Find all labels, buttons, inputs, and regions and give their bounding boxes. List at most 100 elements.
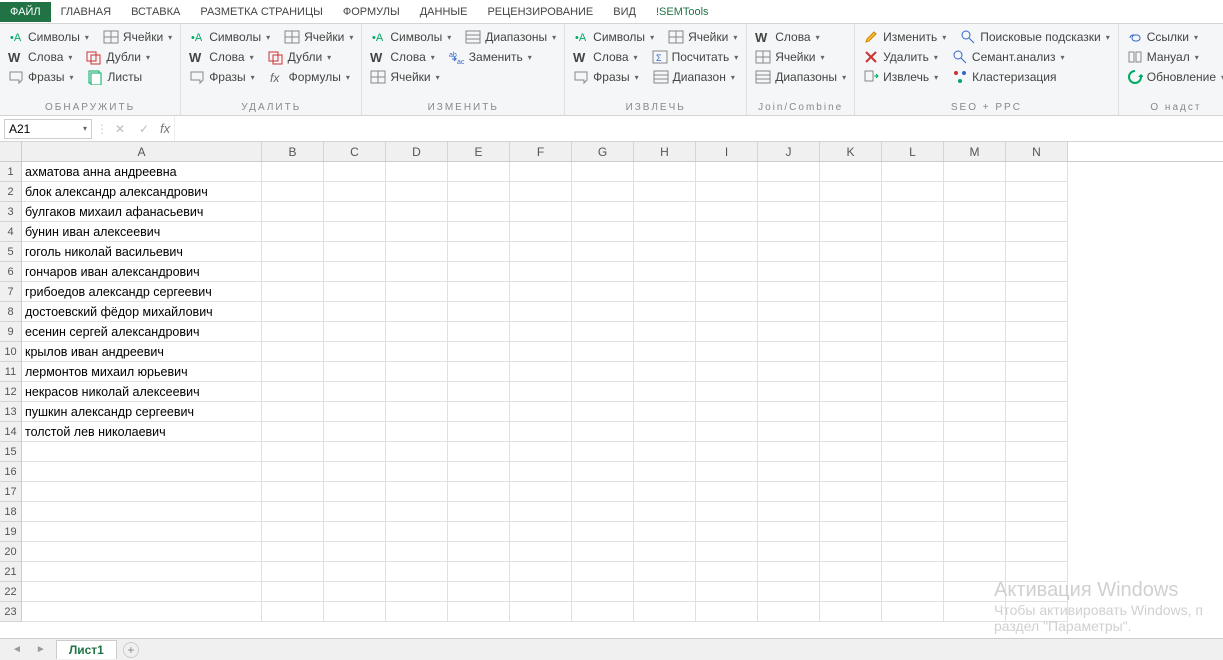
cell[interactable] — [572, 402, 634, 422]
cell[interactable] — [386, 482, 448, 502]
cell[interactable] — [572, 162, 634, 182]
cell[interactable] — [634, 522, 696, 542]
cell[interactable] — [386, 602, 448, 622]
cell[interactable] — [324, 162, 386, 182]
cell[interactable]: некрасов николай алексеевич — [22, 382, 262, 402]
cell[interactable] — [510, 162, 572, 182]
cell[interactable] — [386, 382, 448, 402]
cell[interactable] — [696, 582, 758, 602]
cell[interactable] — [882, 562, 944, 582]
cell[interactable] — [448, 242, 510, 262]
delete-words-button[interactable]: WСлова▾ — [187, 48, 255, 66]
cell[interactable] — [448, 482, 510, 502]
cell[interactable] — [944, 502, 1006, 522]
cell[interactable] — [1006, 382, 1068, 402]
cell[interactable] — [324, 362, 386, 382]
cell[interactable] — [634, 582, 696, 602]
tab-insert[interactable]: ВСТАВКА — [121, 2, 190, 22]
cell[interactable]: есенин сергей александрович — [22, 322, 262, 342]
cell[interactable] — [572, 482, 634, 502]
cell[interactable] — [572, 342, 634, 362]
cell[interactable] — [696, 222, 758, 242]
cell[interactable] — [820, 322, 882, 342]
cell[interactable] — [262, 562, 324, 582]
row-header[interactable]: 14 — [0, 422, 22, 442]
cell[interactable] — [22, 522, 262, 542]
cell[interactable] — [572, 182, 634, 202]
cell[interactable] — [696, 502, 758, 522]
cell[interactable] — [634, 242, 696, 262]
cell[interactable] — [820, 342, 882, 362]
cell[interactable] — [572, 362, 634, 382]
cell[interactable] — [510, 382, 572, 402]
cell[interactable] — [634, 202, 696, 222]
seo-semantic-button[interactable]: Семант.анализ▾ — [950, 48, 1067, 66]
cell[interactable] — [448, 182, 510, 202]
column-header-B[interactable]: B — [262, 142, 324, 161]
cell[interactable] — [386, 162, 448, 182]
cell[interactable] — [696, 422, 758, 442]
cell[interactable] — [820, 262, 882, 282]
cell[interactable] — [386, 582, 448, 602]
about-update-button[interactable]: Обновление▾ — [1125, 68, 1223, 86]
cell[interactable] — [262, 162, 324, 182]
cell[interactable] — [944, 602, 1006, 622]
cell[interactable] — [448, 342, 510, 362]
cell[interactable] — [22, 442, 262, 462]
cell[interactable] — [696, 402, 758, 422]
cell[interactable] — [758, 602, 820, 622]
row-header[interactable]: 2 — [0, 182, 22, 202]
cell[interactable] — [448, 262, 510, 282]
cell[interactable]: бунин иван алексеевич — [22, 222, 262, 242]
cell[interactable] — [1006, 542, 1068, 562]
cell[interactable] — [448, 402, 510, 422]
cell[interactable] — [820, 502, 882, 522]
cell[interactable] — [820, 182, 882, 202]
cell[interactable] — [22, 502, 262, 522]
cell[interactable] — [22, 582, 262, 602]
cell[interactable] — [758, 562, 820, 582]
cell[interactable] — [944, 522, 1006, 542]
tab-layout[interactable]: РАЗМЕТКА СТРАНИЦЫ — [190, 2, 332, 22]
cell[interactable]: толстой лев николаевич — [22, 422, 262, 442]
cell[interactable] — [882, 522, 944, 542]
cell[interactable] — [262, 182, 324, 202]
cell[interactable] — [386, 282, 448, 302]
join-ranges-button[interactable]: Диапазоны▾ — [753, 68, 848, 86]
cell[interactable] — [634, 602, 696, 622]
cell[interactable] — [696, 362, 758, 382]
cell[interactable] — [944, 222, 1006, 242]
cell[interactable] — [944, 382, 1006, 402]
cell[interactable] — [882, 162, 944, 182]
cell[interactable] — [1006, 202, 1068, 222]
cell[interactable] — [944, 242, 1006, 262]
seo-delete-button[interactable]: Удалить▾ — [861, 48, 940, 66]
cell[interactable] — [1006, 582, 1068, 602]
column-header-D[interactable]: D — [386, 142, 448, 161]
cell[interactable] — [22, 542, 262, 562]
cell[interactable] — [882, 262, 944, 282]
change-replace-button[interactable]: abacЗаменить▾ — [447, 48, 534, 66]
cell[interactable] — [944, 542, 1006, 562]
cell[interactable] — [386, 542, 448, 562]
cell[interactable] — [820, 302, 882, 322]
about-manual-button[interactable]: Мануал▾ — [1125, 48, 1223, 66]
cell[interactable] — [262, 542, 324, 562]
detect-symbols-button[interactable]: •AСимволы▾ — [6, 28, 91, 46]
extract-words-button[interactable]: WСлова▾ — [571, 48, 639, 66]
cell[interactable] — [572, 602, 634, 622]
cell[interactable] — [262, 462, 324, 482]
cell[interactable] — [1006, 502, 1068, 522]
cell[interactable] — [324, 462, 386, 482]
seo-extract-button[interactable]: Извлечь▾ — [861, 68, 940, 86]
cell[interactable]: достоевский фёдор михайлович — [22, 302, 262, 322]
cell[interactable] — [448, 302, 510, 322]
cell[interactable] — [510, 542, 572, 562]
cell[interactable] — [882, 582, 944, 602]
cell[interactable] — [448, 542, 510, 562]
cell[interactable] — [944, 182, 1006, 202]
cell[interactable] — [1006, 462, 1068, 482]
cell[interactable] — [634, 362, 696, 382]
cell[interactable] — [386, 222, 448, 242]
cell[interactable] — [262, 422, 324, 442]
